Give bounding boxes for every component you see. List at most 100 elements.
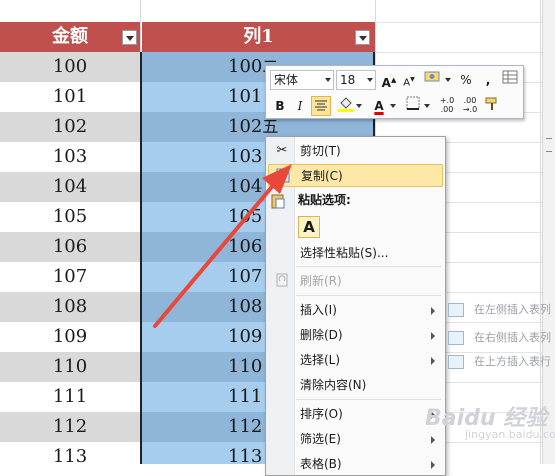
menu-item-label: 刷新(R) bbox=[300, 274, 342, 288]
align-center-button[interactable] bbox=[311, 96, 331, 116]
submenu-label: 在左侧插入表列 bbox=[474, 303, 551, 316]
chevron-down-icon bbox=[367, 78, 373, 82]
column-border bbox=[140, 52, 142, 464]
vertical-scrollbar[interactable] bbox=[542, 0, 555, 464]
scissors-icon: ✂ bbox=[276, 143, 288, 158]
format-table-button[interactable] bbox=[500, 70, 520, 90]
format-painter-icon bbox=[485, 97, 497, 110]
refresh-icon bbox=[274, 273, 290, 289]
align-center-icon bbox=[315, 100, 327, 111]
cell-value: 106 bbox=[228, 236, 263, 257]
menu-item-copy[interactable]: 复制(C) bbox=[268, 164, 443, 187]
amount-cell[interactable]: 102 bbox=[0, 112, 140, 142]
font-color-dropdown[interactable] bbox=[389, 96, 399, 116]
menu-item-clear-contents[interactable]: 清除内容(N) bbox=[268, 374, 443, 397]
menu-item-delete[interactable]: 删除(D) bbox=[268, 324, 443, 347]
font-name-value: 宋体 bbox=[274, 73, 299, 87]
borders-button[interactable] bbox=[403, 96, 423, 116]
font-color-button[interactable]: A bbox=[369, 96, 389, 116]
amount-cell[interactable]: 107 bbox=[0, 262, 140, 292]
bold-button[interactable]: B bbox=[270, 96, 290, 116]
format-painter-button[interactable] bbox=[482, 96, 502, 116]
borders-icon bbox=[406, 96, 420, 110]
grow-font-button[interactable]: A▲ bbox=[379, 70, 399, 90]
filter-dropdown-icon[interactable] bbox=[355, 30, 370, 45]
amount-cell[interactable]: 111 bbox=[0, 382, 140, 412]
menu-item-select[interactable]: 选择(L) bbox=[268, 349, 443, 372]
percent-style-button[interactable]: % bbox=[456, 70, 476, 90]
cell-value: 107 bbox=[228, 266, 263, 287]
amount-cell[interactable]: 101 bbox=[0, 82, 140, 112]
menu-item-label: 选择性粘贴(S)... bbox=[300, 246, 389, 260]
fill-color-dropdown[interactable] bbox=[355, 96, 365, 116]
font-size-value: 18 bbox=[340, 73, 356, 87]
paste-values-button[interactable]: A bbox=[298, 216, 320, 238]
comma-icon: , bbox=[485, 73, 491, 87]
column-header-col1[interactable]: 列1 bbox=[142, 22, 375, 52]
menu-item-label: 选择(L) bbox=[300, 353, 341, 367]
amount-cell[interactable]: 103 bbox=[0, 142, 140, 172]
menu-item-refresh[interactable]: 刷新(R) bbox=[268, 270, 443, 293]
amount-cell[interactable]: 108 bbox=[0, 292, 140, 322]
accounting-format-button[interactable] bbox=[422, 70, 442, 90]
grid-line bbox=[375, 52, 555, 53]
menu-item-paste-special[interactable]: 选择性粘贴(S)... bbox=[268, 242, 443, 265]
menu-item-filter[interactable]: 筛选(E) bbox=[268, 428, 443, 451]
menu-item-table[interactable]: 表格(B) bbox=[268, 453, 443, 476]
cell-value: 112 bbox=[228, 416, 263, 437]
cell-value: 111 bbox=[228, 386, 263, 407]
cell-value: 105 bbox=[228, 206, 263, 227]
scroll-grip-icon[interactable] bbox=[546, 138, 552, 152]
italic-button[interactable]: I bbox=[290, 96, 310, 116]
percent-icon: % bbox=[460, 73, 472, 87]
amount-cell[interactable]: 104 bbox=[0, 172, 140, 202]
submenu-insert-right[interactable]: 在右侧插入表列 bbox=[448, 328, 551, 348]
watermark-url: jingyan.baidu.com bbox=[465, 428, 555, 441]
context-menu: ✂ 剪切(T) 复制(C) 粘贴选项: A 选择性粘贴(S)... 刷新(R) … bbox=[265, 136, 446, 476]
amount-cell[interactable]: 100 bbox=[0, 52, 140, 82]
amount-cell[interactable]: 113 bbox=[0, 442, 140, 464]
paste-options-header: 粘贴选项: bbox=[298, 193, 351, 207]
shrink-font-button[interactable]: A▼ bbox=[399, 70, 419, 90]
increase-decimal-button[interactable]: +.0 .00 bbox=[436, 96, 458, 116]
chevron-right-icon bbox=[431, 357, 435, 365]
menu-item-label: 剪切(T) bbox=[300, 144, 341, 158]
menu-item-label: 清除内容(N) bbox=[300, 378, 367, 392]
accounting-dropdown-button[interactable] bbox=[444, 70, 454, 90]
column-header-amount[interactable]: 金额 bbox=[0, 22, 140, 52]
grow-font-icon: A bbox=[381, 76, 391, 90]
cell-value: 110 bbox=[228, 356, 263, 377]
submenu-label: 在上方插入表行 bbox=[474, 355, 551, 368]
amount-cell[interactable]: 112 bbox=[0, 412, 140, 442]
fill-color-button[interactable] bbox=[336, 96, 356, 116]
chevron-down-icon bbox=[445, 78, 451, 82]
cell-value: 100 bbox=[228, 56, 263, 77]
amount-cell[interactable]: 109 bbox=[0, 322, 140, 352]
borders-dropdown[interactable] bbox=[423, 96, 433, 116]
copy-icon bbox=[275, 168, 291, 184]
decrease-decimal-button[interactable]: .00 →.0 bbox=[459, 96, 481, 116]
amount-cell[interactable]: 110 bbox=[0, 352, 140, 382]
paste-icon bbox=[270, 193, 286, 213]
font-color-icon: A bbox=[374, 99, 384, 113]
font-name-select[interactable]: 宋体 bbox=[270, 70, 334, 90]
amount-cell[interactable]: 106 bbox=[0, 232, 140, 262]
menu-item-sort[interactable]: 排序(O) bbox=[268, 403, 443, 426]
submenu-insert-above[interactable]: 在上方插入表行 bbox=[448, 352, 551, 372]
chevron-down-icon bbox=[356, 104, 362, 108]
submenu-label: 在右侧插入表列 bbox=[474, 331, 551, 344]
column-header-label: 金额 bbox=[52, 26, 88, 47]
menu-item-label: 筛选(E) bbox=[300, 432, 341, 446]
column-header-label: 列1 bbox=[243, 26, 274, 47]
cell-value: 103 bbox=[228, 146, 263, 167]
menu-item-cut[interactable]: ✂ 剪切(T) bbox=[268, 140, 443, 163]
grid-line bbox=[375, 22, 555, 23]
menu-item-label: 插入(I) bbox=[300, 303, 337, 317]
filter-dropdown-icon[interactable] bbox=[122, 30, 137, 45]
submenu-insert-left[interactable]: 在左侧插入表列 bbox=[448, 300, 551, 320]
menu-item-insert[interactable]: 插入(I) bbox=[268, 299, 443, 322]
insert-row-icon bbox=[448, 355, 464, 369]
amount-cell[interactable]: 105 bbox=[0, 202, 140, 232]
comma-style-button[interactable]: , bbox=[478, 70, 498, 90]
font-size-select[interactable]: 18 bbox=[336, 70, 376, 90]
